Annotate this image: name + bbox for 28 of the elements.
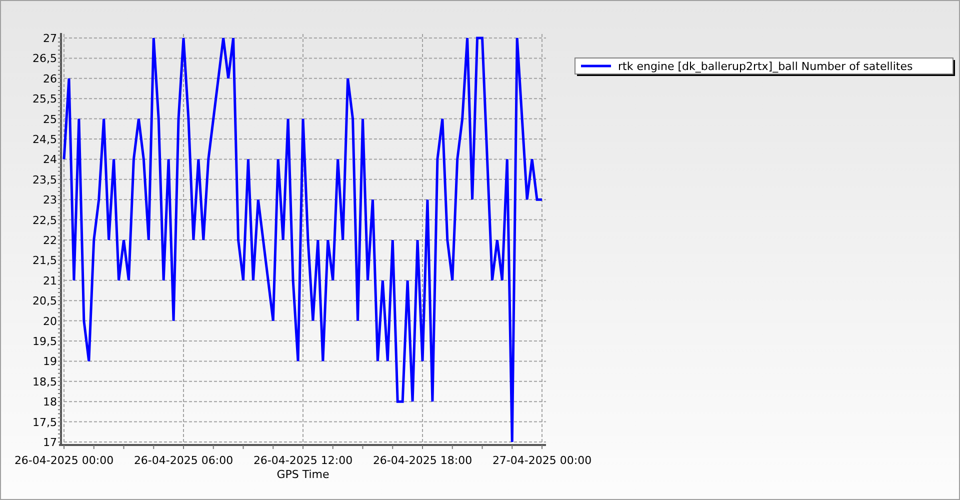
y-tick-label: 18,5 [32, 375, 57, 388]
y-tick-label: 22,5 [32, 214, 57, 227]
x-tick-label: 27-04-2025 00:00 [492, 454, 592, 467]
y-tick-label: 24,5 [32, 133, 57, 146]
y-tick-label: 21 [43, 274, 57, 288]
x-tick-label: 26-04-2025 12:00 [253, 454, 353, 467]
y-tick-label: 23 [43, 194, 57, 207]
y-tick-label: 25,5 [32, 92, 57, 106]
y-tick-label: 21,5 [32, 254, 57, 268]
legend-label: rtk engine [dk_ballerup2rtx]_ball Number of satellites [618, 60, 913, 73]
x-axis-title: GPS Time [276, 468, 330, 481]
y-tick-label: 27 [43, 32, 57, 45]
y-tick-label: 19 [43, 355, 57, 368]
y-tick-label: 22 [43, 234, 57, 247]
y-tick-label: 17,5 [32, 416, 57, 429]
y-tick-label: 20,5 [32, 294, 57, 308]
y-tick-label: 23,5 [32, 173, 57, 186]
y-tick-label: 24 [43, 153, 57, 166]
y-tick-label: 26,5 [32, 52, 57, 66]
x-tick-label: 26-04-2025 00:00 [14, 454, 114, 467]
x-tick-label: 26-04-2025 18:00 [372, 454, 472, 467]
y-tick-label: 20 [43, 314, 57, 328]
x-tick-label: 26-04-2025 06:00 [134, 454, 234, 467]
y-tick-label: 18 [43, 396, 57, 409]
y-tick-label: 17 [43, 436, 57, 449]
y-tick-label: 19,5 [32, 335, 57, 348]
y-tick-label: 25 [43, 112, 57, 126]
y-tick-label: 26 [43, 72, 57, 86]
